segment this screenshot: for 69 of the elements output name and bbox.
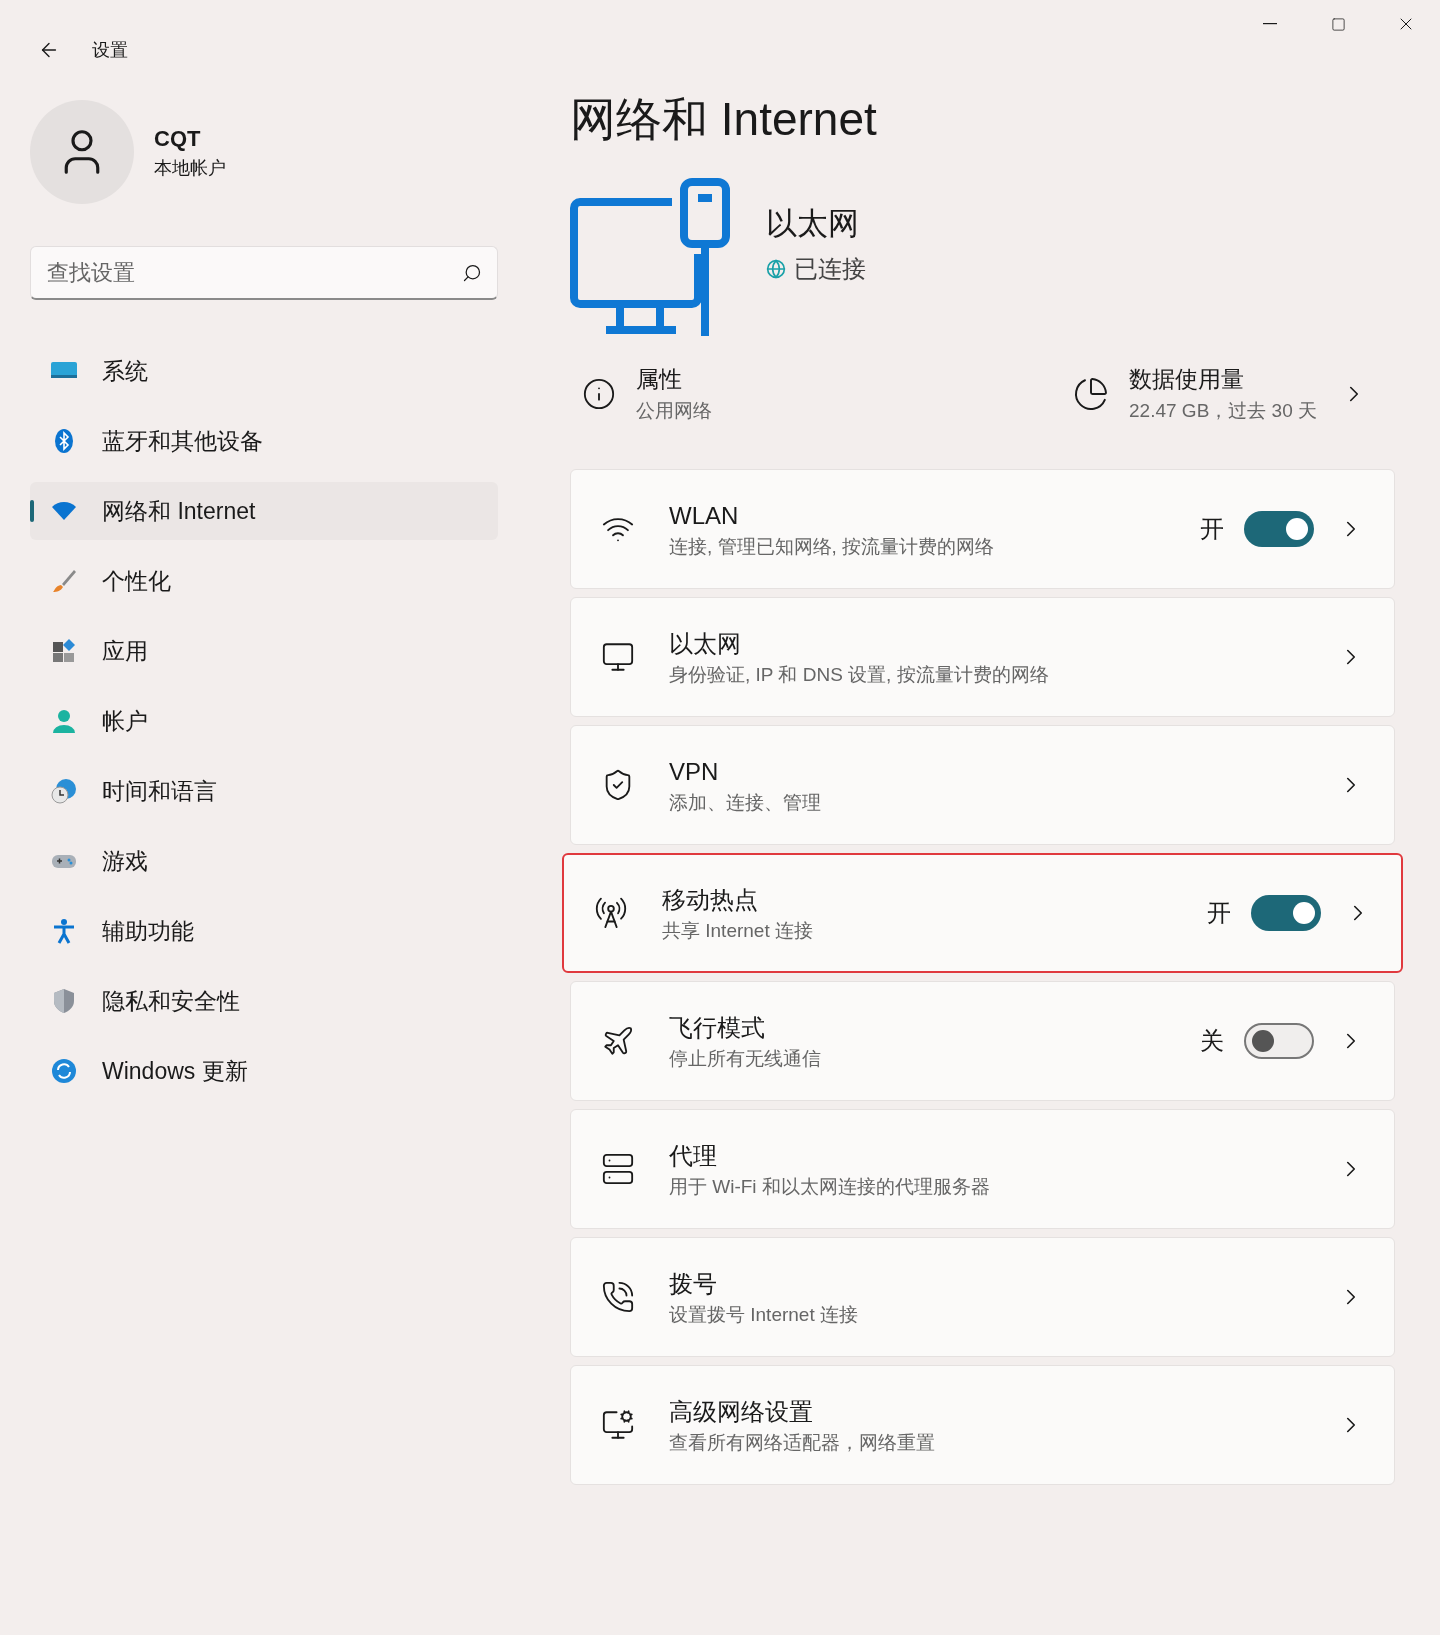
toggle-switch[interactable] — [1244, 1023, 1314, 1059]
person-icon — [50, 707, 78, 735]
clock-globe-icon — [50, 777, 78, 805]
settings-card[interactable]: 代理 用于 Wi-Fi 和以太网连接的代理服务器 — [570, 1109, 1395, 1229]
toggle-label: 开 — [1207, 898, 1231, 928]
maximize-icon — [1330, 16, 1346, 32]
card-title: 以太网 — [669, 628, 742, 659]
properties-subtitle: 公用网络 — [636, 398, 712, 423]
card-subtitle: 设置拨号 Internet 连接 — [669, 1302, 859, 1327]
search-field[interactable]: 查找设置 — [30, 246, 498, 300]
card-subtitle: 连接, 管理已知网络, 按流量计费的网络 — [669, 534, 996, 559]
settings-card[interactable]: 移动热点 共享 Internet 连接 开 — [562, 853, 1403, 973]
nav-item[interactable]: 辅助功能 — [30, 902, 498, 960]
nav-item[interactable]: 网络和 Internet — [30, 482, 498, 540]
connection-name: 以太网 — [766, 204, 860, 243]
monitor-gear-icon — [601, 1408, 635, 1442]
card-title: 高级网络设置 — [669, 1396, 814, 1427]
settings-card[interactable]: WLAN 连接, 管理已知网络, 按流量计费的网络 开 — [570, 469, 1395, 589]
minimize-icon — [1263, 23, 1277, 25]
server-icon — [601, 1152, 635, 1186]
nav-item[interactable]: 隐私和安全性 — [30, 972, 498, 1030]
monitor-icon — [601, 640, 635, 674]
card-subtitle: 停止所有无线通信 — [669, 1046, 822, 1071]
toggle-label: 开 — [1200, 514, 1224, 544]
nav-item[interactable]: 系统 — [30, 342, 498, 400]
user-name: CQT — [154, 125, 202, 153]
nav-item[interactable]: 游戏 — [30, 832, 498, 890]
connection-status: 已连接 — [794, 254, 866, 285]
nav-item[interactable]: 帐户 — [30, 692, 498, 750]
card-subtitle: 添加、连接、管理 — [669, 790, 822, 815]
card-title: 代理 — [669, 1140, 718, 1171]
info-icon — [582, 376, 616, 411]
data-usage-title[interactable]: 数据使用量 — [1129, 362, 1317, 397]
account-type: 本地帐户 — [154, 157, 226, 180]
data-usage-subtitle: 22.47 GB，过去 30 天 — [1129, 398, 1317, 423]
nav-item[interactable]: 蓝牙和其他设备 — [30, 412, 498, 470]
airplane-icon — [601, 1024, 635, 1058]
properties-title[interactable]: 属性 — [636, 362, 712, 397]
apps-icon — [50, 637, 78, 665]
card-subtitle: 共享 Internet 连接 — [662, 918, 814, 943]
pie-chart-icon — [1073, 375, 1110, 412]
nav-item[interactable]: 时间和语言 — [30, 762, 498, 820]
antenna-icon — [594, 896, 628, 930]
card-title: WLAN — [669, 500, 740, 531]
nav-item[interactable]: 应用 — [30, 622, 498, 680]
toggle-label: 关 — [1200, 1026, 1224, 1056]
settings-card[interactable]: 飞行模式 停止所有无线通信 关 — [570, 981, 1395, 1101]
card-title: VPN — [669, 756, 720, 787]
card-subtitle: 查看所有网络适配器，网络重置 — [669, 1430, 936, 1455]
page-title: 网络和 Internet — [570, 96, 878, 142]
settings-card[interactable]: 高级网络设置 查看所有网络适配器，网络重置 — [570, 1365, 1395, 1485]
card-subtitle: 用于 Wi-Fi 和以太网连接的代理服务器 — [669, 1174, 991, 1199]
phone-icon — [601, 1280, 635, 1314]
card-subtitle: 身份验证, IP 和 DNS 设置, 按流量计费的网络 — [669, 662, 1050, 687]
window-title: 设置 — [92, 38, 128, 62]
brush-icon — [50, 567, 78, 595]
toggle-switch[interactable] — [1251, 895, 1321, 931]
settings-card[interactable]: 拨号 设置拨号 Internet 连接 — [570, 1237, 1395, 1357]
update-icon — [50, 1057, 78, 1085]
globe-icon — [766, 259, 786, 280]
toggle-switch[interactable] — [1244, 511, 1314, 547]
nav-item[interactable]: 个性化 — [30, 552, 498, 610]
settings-card[interactable]: 以太网 身份验证, IP 和 DNS 设置, 按流量计费的网络 — [570, 597, 1395, 717]
card-title: 飞行模式 — [669, 1012, 766, 1043]
settings-card[interactable]: VPN 添加、连接、管理 — [570, 725, 1395, 845]
card-title: 拨号 — [669, 1268, 718, 1299]
card-title: 移动热点 — [662, 884, 759, 915]
search-icon — [462, 263, 482, 283]
nav-item[interactable]: Windows 更新 — [30, 1042, 498, 1100]
